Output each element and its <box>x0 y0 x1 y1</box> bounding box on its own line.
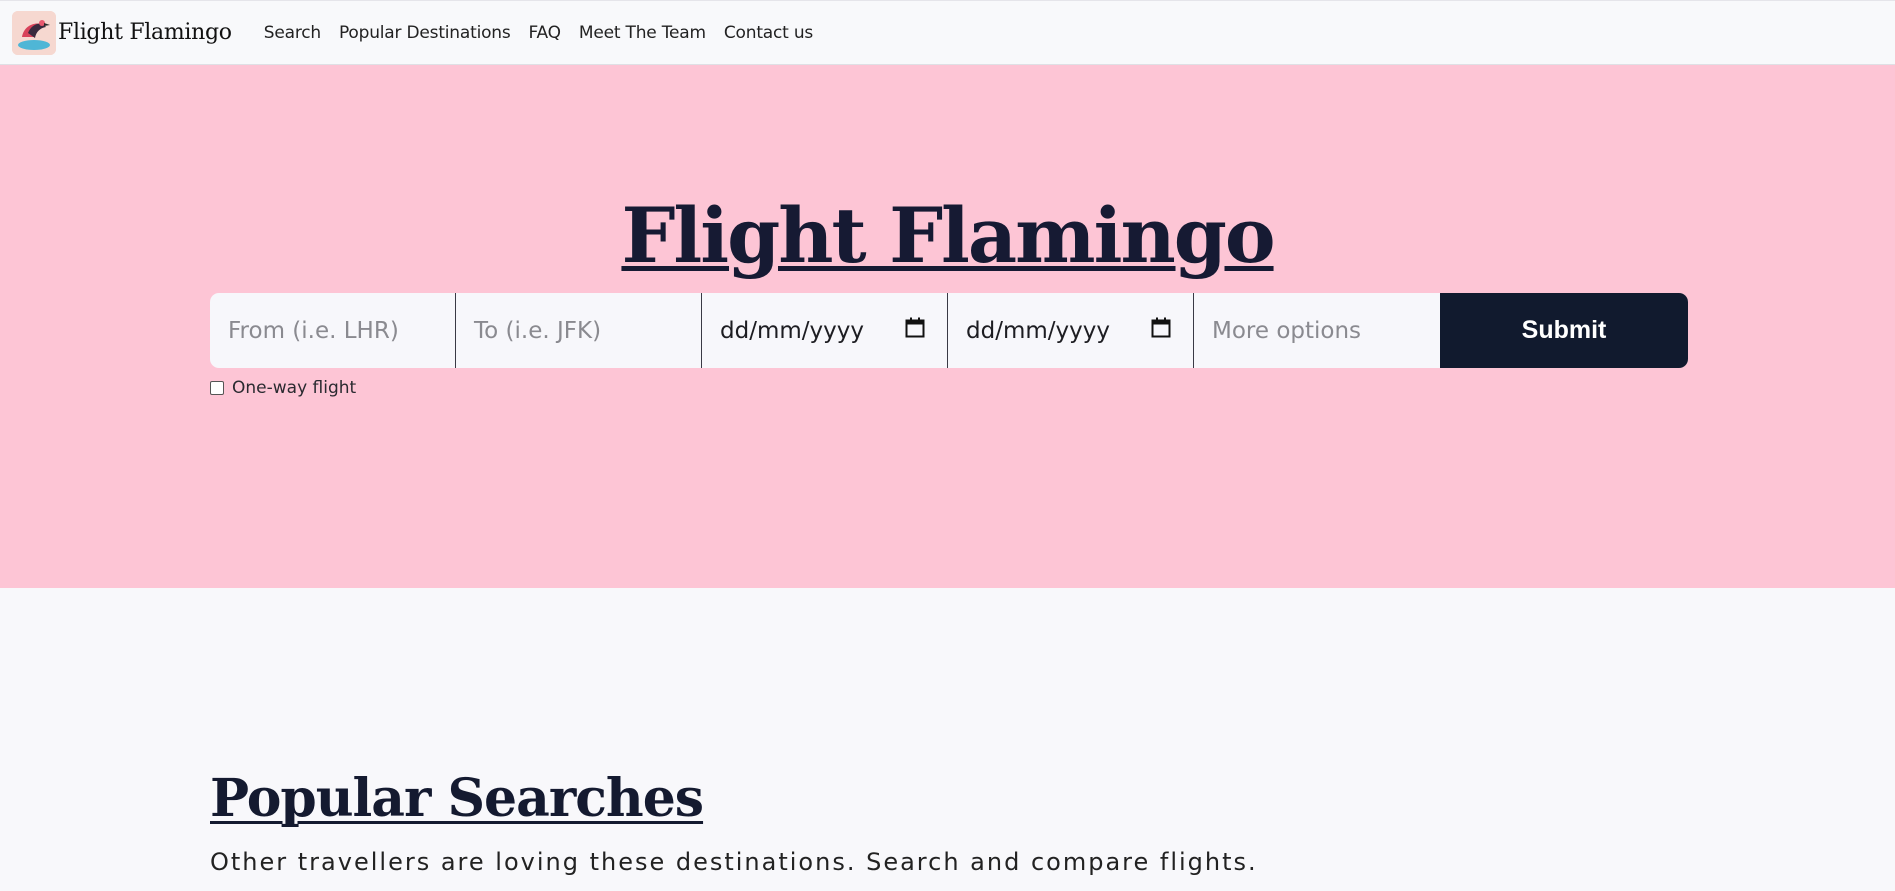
calendar-icon[interactable] <box>1151 317 1171 339</box>
nav-link-faq[interactable]: FAQ <box>529 23 562 43</box>
popular-searches-title: Popular Searches <box>210 768 704 829</box>
nav-link-search[interactable]: Search <box>264 23 321 43</box>
brand-link[interactable]: Flight Flamingo <box>12 10 232 55</box>
to-placeholder: To (i.e. JFK) <box>474 317 602 344</box>
hero-title: Flight Flamingo <box>0 191 1895 280</box>
submit-button[interactable]: Submit <box>1440 293 1688 368</box>
one-way-flight-option[interactable]: One-way flight <box>210 378 356 398</box>
nav-link-popular-destinations[interactable]: Popular Destinations <box>339 23 511 43</box>
nav-link-meet-the-team[interactable]: Meet The Team <box>579 23 706 43</box>
to-input[interactable]: To (i.e. JFK) <box>456 293 702 368</box>
nav-link-contact-us[interactable]: Contact us <box>724 23 813 43</box>
flamingo-logo-icon <box>12 10 56 55</box>
one-way-label: One-way flight <box>232 378 357 398</box>
popular-searches-title-text: Popular Searches <box>210 768 704 829</box>
from-input[interactable]: From (i.e. LHR) <box>210 293 456 368</box>
return-date-input[interactable]: dd/mm/yyyy <box>948 293 1194 368</box>
calendar-icon[interactable] <box>905 317 925 339</box>
return-date-value: dd/mm/yyyy <box>966 317 1110 344</box>
depart-date-value: dd/mm/yyyy <box>720 317 864 344</box>
nav-links: Search Popular Destinations FAQ Meet The… <box>246 23 814 43</box>
hero-title-text: Flight Flamingo <box>621 191 1275 280</box>
one-way-checkbox[interactable] <box>210 381 224 395</box>
brand-name: Flight Flamingo <box>58 20 232 45</box>
depart-date-input[interactable]: dd/mm/yyyy <box>702 293 948 368</box>
popular-searches-subtitle: Other travellers are loving these destin… <box>210 848 1258 876</box>
from-placeholder: From (i.e. LHR) <box>228 317 399 344</box>
more-options-input[interactable]: More options <box>1194 293 1440 368</box>
top-navbar: Flight Flamingo Search Popular Destinati… <box>0 0 1895 65</box>
hero-section: Flight Flamingo From (i.e. LHR) To (i.e.… <box>0 65 1895 588</box>
flight-search-form: From (i.e. LHR) To (i.e. JFK) dd/mm/yyyy… <box>210 293 1688 368</box>
more-options-placeholder: More options <box>1212 317 1362 344</box>
